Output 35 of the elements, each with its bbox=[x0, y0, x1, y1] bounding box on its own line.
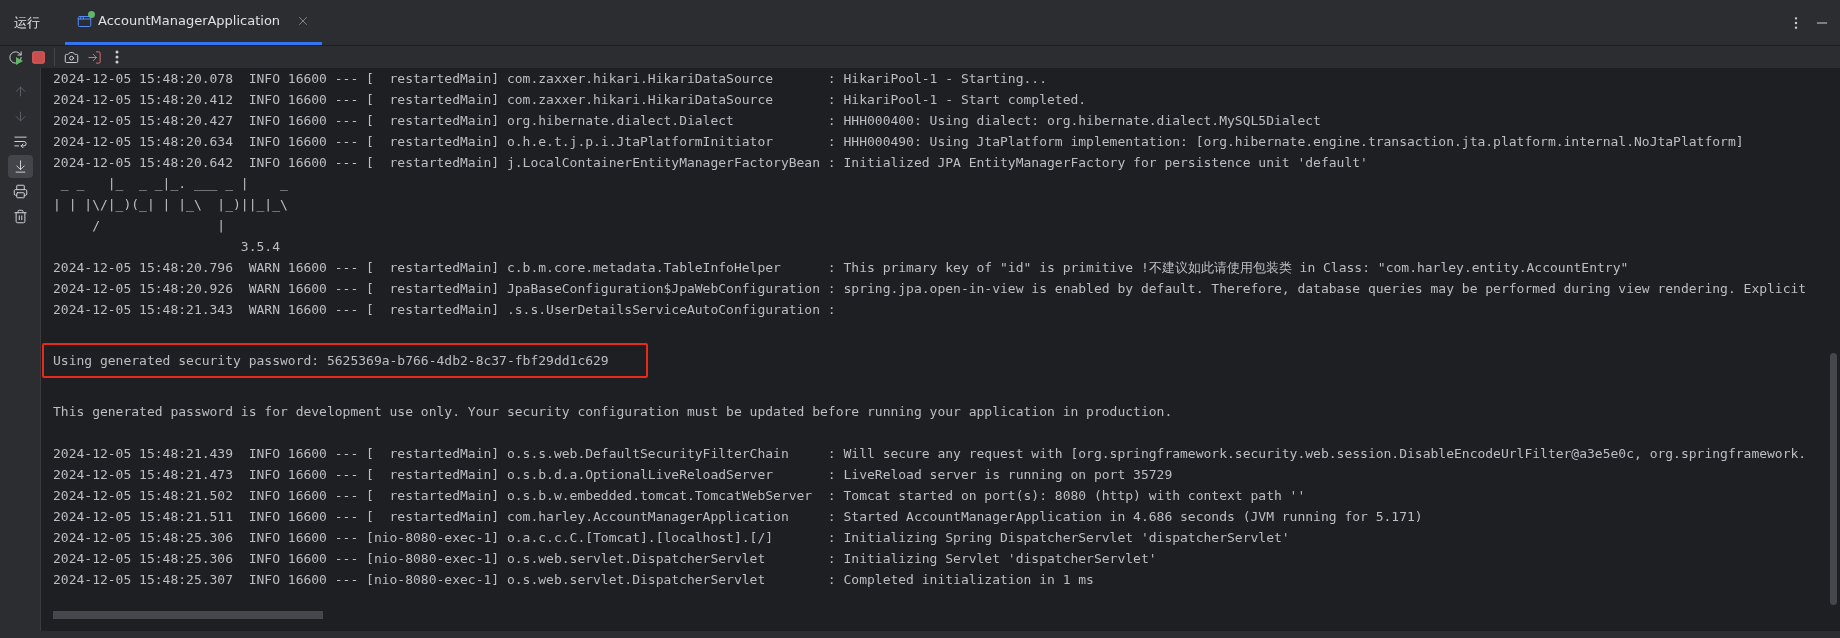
console-line: 2024-12-05 15:48:20.926 WARN 16600 --- [ restartedMain] JpaBaseConfiguration$JpaWebConfiguration : spring.jpa.open-in-view is enabled by default. Therefore, database queries may be performed during view rendering. Explicit bbox=[53, 280, 1807, 298]
console-line: Using generated security password: 5625369a-b766-4db2-8c37-fbf29dd1c629 bbox=[53, 352, 609, 370]
stop-icon bbox=[31, 50, 45, 64]
console-line: 2024-12-05 15:48:20.427 INFO 16600 --- [ restartedMain] org.hibernate.dialect.Dialect : HHH000400: Using dialect: org.hibernate.dialect.MySQL5Dialect bbox=[53, 112, 1321, 130]
banner-art: / | bbox=[91, 217, 226, 235]
vertical-scrollbar[interactable] bbox=[1829, 353, 1837, 605]
console-line: 2024-12-05 15:48:20.078 INFO 16600 --- [ restartedMain] com.zaxxer.hikari.HikariDataSource : HikariPool-1 - Starting... bbox=[53, 70, 1047, 88]
console-line: 2024-12-05 15:48:25.306 INFO 16600 --- [nio-8080-exec-1] o.s.web.servlet.DispatcherServlet : Initializing Servlet 'dispatcherServlet' bbox=[53, 550, 1157, 568]
console-line: 2024-12-05 15:48:21.511 INFO 16600 --- [ restartedMain] com.harley.AccountManagerApplication : Started AccountManagerApplication in 4.686 seconds (JVM running for 5.171) bbox=[53, 508, 1423, 526]
console-line: 2024-12-05 15:48:20.634 INFO 16600 --- [ restartedMain] o.h.e.t.j.p.i.JtaPlatformInitiator : HHH000490: Using JtaPlatform implementation: [org.hibernate.engine.transaction.jta.platform.internal.NoJtaPlatform] bbox=[53, 133, 1744, 151]
console-line: 2024-12-05 15:48:21.502 INFO 16600 --- [ restartedMain] o.s.b.w.embedded.tomcat.TomcatWebServer : Tomcat started on port(s): 8080 (http) with context path '' bbox=[53, 487, 1306, 505]
down-arrow-icon bbox=[12, 109, 28, 124]
console-line: 2024-12-05 15:48:25.306 INFO 16600 --- [nio-8080-exec-1] o.a.c.c.C.[Tomcat].[localhost].[/] : Initializing Spring DispatcherServlet 'dispatcherServlet' bbox=[53, 529, 1290, 547]
printer-icon bbox=[12, 184, 28, 199]
console-line: 2024-12-05 15:48:21.439 INFO 16600 --- [ restartedMain] o.s.s.web.DefaultSecurityFilterChain : Will secure any request with [org.springframework.security.web.session.DisableEncodeUrlFilter@a3e5e0c, org.springframework. bbox=[53, 445, 1807, 463]
scroll-to-end-button[interactable] bbox=[7, 155, 33, 178]
console-line: 2024-12-05 15:48:20.412 INFO 16600 --- [ restartedMain] com.zaxxer.hikari.HikariDataSource : HikariPool-1 - Start completed. bbox=[53, 91, 1087, 109]
more-icon bbox=[115, 50, 119, 64]
console-line: 2024-12-05 15:48:25.307 INFO 16600 --- [nio-8080-exec-1] o.s.web.servlet.DispatcherServlet : Completed initialization in 1 ms bbox=[53, 571, 1094, 589]
console-line: 2024-12-05 15:48:20.796 WARN 16600 --- [ restartedMain] c.b.m.core.metadata.TableInfoHelper : This primary key of "id" is primitive !不建议如此请使用包装类 in Class: "com.harley.entity.AccountEntry" bbox=[53, 259, 1629, 277]
console-line: 2024-12-05 15:48:20.642 INFO 16600 --- [ restartedMain] j.LocalContainerEntityManagerFactoryBean : Initialized JPA EntityManagerFactory for persistence unit 'default' bbox=[53, 154, 1368, 172]
play-icon bbox=[15, 57, 23, 65]
tool-window-title: 运行 bbox=[14, 13, 40, 32]
banner-art: | | |\/|_)(_| | |_\ |_)||_|_\ bbox=[53, 196, 288, 214]
console-line: This generated password is for development use only. Your security configuration must be updated before running your application in production. bbox=[53, 403, 1173, 421]
console-line: 2024-12-05 15:48:21.473 INFO 16600 --- [ restartedMain] o.s.b.d.a.OptionalLiveReloadServer : LiveReload server is running on port 35729 bbox=[53, 466, 1173, 484]
banner-art: _ _ |_ _ _|_. ___ _ | _ bbox=[59, 175, 288, 193]
exit-icon bbox=[86, 49, 102, 65]
wrap-text-icon bbox=[12, 134, 28, 149]
banner-art: 3.5.4 bbox=[239, 238, 280, 256]
camera-icon bbox=[63, 49, 79, 65]
trash-icon bbox=[12, 209, 28, 224]
horizontal-scrollbar[interactable] bbox=[53, 611, 323, 619]
rerun-icon bbox=[7, 49, 23, 65]
console-line: 2024-12-05 15:48:21.343 WARN 16600 --- [ restartedMain] .s.s.UserDetailsServiceAutoConfiguration : bbox=[53, 301, 836, 319]
